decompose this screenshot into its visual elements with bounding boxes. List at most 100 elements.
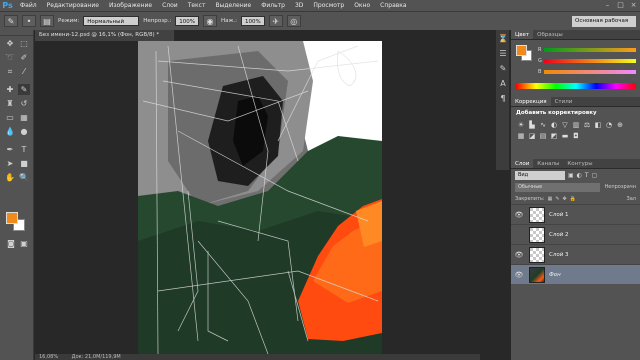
filter-adjust-icon[interactable]: ◐	[577, 172, 582, 179]
menu-filter[interactable]: Фильтр	[256, 2, 290, 9]
move-icon[interactable]: ✥	[4, 38, 16, 49]
opacity-field[interactable]: 100%	[175, 16, 199, 26]
crop-icon[interactable]: ⌗	[4, 66, 16, 77]
menu-image[interactable]: Изображение	[104, 2, 157, 9]
lock-pixels-icon[interactable]: ✎	[555, 196, 559, 202]
vibrance-icon[interactable]: ▽	[561, 121, 569, 129]
brush-panel-toggle-icon[interactable]: ▤	[40, 15, 54, 27]
history-brush-icon[interactable]: ↺	[18, 98, 30, 109]
brightness-icon[interactable]: ☀	[517, 121, 525, 129]
blur-icon[interactable]: 💧	[4, 126, 16, 137]
healing-icon[interactable]: ✚	[4, 84, 16, 95]
tab-color[interactable]: Цвет	[511, 30, 534, 39]
panel-foreground-swatch[interactable]	[516, 45, 527, 56]
visibility-eye-icon[interactable]: 👁	[513, 251, 525, 259]
marquee-icon[interactable]: ⬚	[18, 38, 30, 49]
visibility-eye-icon[interactable]: 👁	[513, 271, 525, 279]
type-icon[interactable]: T	[18, 144, 30, 155]
menu-view[interactable]: Просмотр	[308, 2, 349, 9]
green-slider[interactable]: G	[538, 58, 636, 64]
menu-type[interactable]: Текст	[183, 2, 211, 9]
pressure-field[interactable]: 100%	[241, 16, 265, 26]
black-white-icon[interactable]: ◧	[594, 121, 602, 129]
threshold-icon[interactable]: ◩	[550, 132, 558, 140]
zoom-icon[interactable]: 🔍	[18, 172, 30, 183]
levels-icon[interactable]: ▙	[528, 121, 536, 129]
eraser-icon[interactable]: ▭	[4, 112, 16, 123]
clone-stamp-icon[interactable]: ♜	[4, 98, 16, 109]
menu-help[interactable]: Справка	[375, 2, 411, 9]
curves-icon[interactable]: ∿	[539, 121, 547, 129]
filter-shape-icon[interactable]: ▢	[592, 172, 598, 179]
color-balance-icon[interactable]: ⚖	[583, 121, 591, 129]
color-spectrum[interactable]	[516, 83, 636, 89]
screen-mode-icon[interactable]: ▣	[18, 238, 30, 249]
posterize-icon[interactable]: ▤	[539, 132, 547, 140]
maximize-icon[interactable]: □	[616, 1, 625, 9]
close-icon[interactable]: ×	[629, 1, 638, 9]
mode-select[interactable]: Нормальный	[83, 16, 140, 26]
paragraph-panel-icon[interactable]: ¶	[497, 93, 509, 105]
document-tab[interactable]: Без имени-12.psd @ 16,1% (Фон, RGB/8) *	[35, 30, 175, 41]
lasso-icon[interactable]: ➰	[4, 52, 16, 63]
history-panel-icon[interactable]: ⌛	[497, 33, 509, 45]
quick-mask-icon[interactable]: ◙	[5, 238, 17, 249]
lock-position-icon[interactable]: ✥	[563, 196, 567, 202]
lock-all-icon[interactable]: 🔒	[570, 196, 576, 202]
exposure-icon[interactable]: ◐	[550, 121, 558, 129]
menu-3d[interactable]: 3D	[290, 2, 308, 9]
gradient-map-icon[interactable]: ▬	[561, 132, 569, 140]
hand-icon[interactable]: ✋	[4, 172, 16, 183]
filter-type-icon[interactable]: T	[585, 172, 589, 179]
layer-row-background[interactable]: 👁 Фон	[511, 264, 640, 284]
hue-saturation-icon[interactable]: ▥	[572, 121, 580, 129]
zoom-level[interactable]: 16,08%	[39, 354, 58, 360]
properties-panel-icon[interactable]: ☰	[497, 48, 509, 60]
layer-row-layer-3[interactable]: 👁 Слой 3	[511, 244, 640, 264]
tab-adjustments[interactable]: Коррекция	[511, 97, 551, 106]
document-canvas[interactable]	[138, 41, 382, 354]
tab-channels[interactable]: Каналы	[533, 159, 563, 168]
quick-select-icon[interactable]: ✐	[18, 52, 30, 63]
eyedropper-icon[interactable]: ⁄	[18, 66, 30, 77]
menu-window[interactable]: Окно	[349, 2, 375, 9]
brush-panel-icon[interactable]: ✎	[497, 63, 509, 75]
selective-color-icon[interactable]: ◘	[572, 132, 580, 140]
layer-filter-select[interactable]: Вид	[515, 170, 565, 180]
workspace-select[interactable]: Основная рабочая среда	[572, 16, 636, 35]
tab-layers[interactable]: Слои	[511, 159, 534, 168]
lock-transparency-icon[interactable]: ▦	[548, 196, 553, 202]
menu-file[interactable]: Файл	[15, 2, 42, 9]
blend-mode-select[interactable]: Обычные	[515, 182, 600, 192]
layer-row-layer-2[interactable]: 👁 Слой 2	[511, 224, 640, 244]
character-panel-icon[interactable]: A	[497, 78, 509, 90]
menu-select[interactable]: Выделение	[210, 2, 256, 9]
menu-edit[interactable]: Редактирование	[42, 2, 104, 9]
tab-styles[interactable]: Стили	[551, 97, 577, 106]
red-slider[interactable]: R	[538, 47, 636, 53]
blue-slider[interactable]: B	[538, 69, 636, 75]
color-lookup-icon[interactable]: ▦	[517, 132, 525, 140]
invert-icon[interactable]: ◪	[528, 132, 536, 140]
dodge-icon[interactable]: ●	[18, 126, 30, 137]
opacity-pressure-icon[interactable]: ◉	[202, 15, 217, 27]
filter-pixel-icon[interactable]: ▣	[568, 172, 574, 179]
visibility-eye-icon[interactable]: 👁	[513, 211, 525, 219]
brush-icon[interactable]: ✎	[18, 84, 30, 95]
size-pressure-icon[interactable]: ◎	[286, 15, 301, 27]
airbrush-icon[interactable]: ✈	[268, 15, 283, 27]
path-select-icon[interactable]: ➤	[4, 158, 16, 169]
menu-layers[interactable]: Слои	[157, 2, 183, 9]
minimize-icon[interactable]: –	[603, 1, 612, 9]
gradient-icon[interactable]: ▦	[18, 112, 30, 123]
layer-row-layer-1[interactable]: 👁 Слой 1	[511, 204, 640, 224]
photo-filter-icon[interactable]: ◔	[605, 121, 613, 129]
foreground-color-swatch[interactable]	[6, 212, 18, 224]
pen-icon[interactable]: ✒	[4, 144, 16, 155]
channel-mixer-icon[interactable]: ⊕	[616, 121, 624, 129]
toolbox-grip[interactable]	[0, 30, 33, 36]
brush-preset-icon[interactable]: ✎	[4, 15, 18, 27]
tab-swatches[interactable]: Образцы	[533, 30, 567, 39]
shape-icon[interactable]: ■	[18, 158, 30, 169]
tab-paths[interactable]: Контуры	[563, 159, 596, 168]
